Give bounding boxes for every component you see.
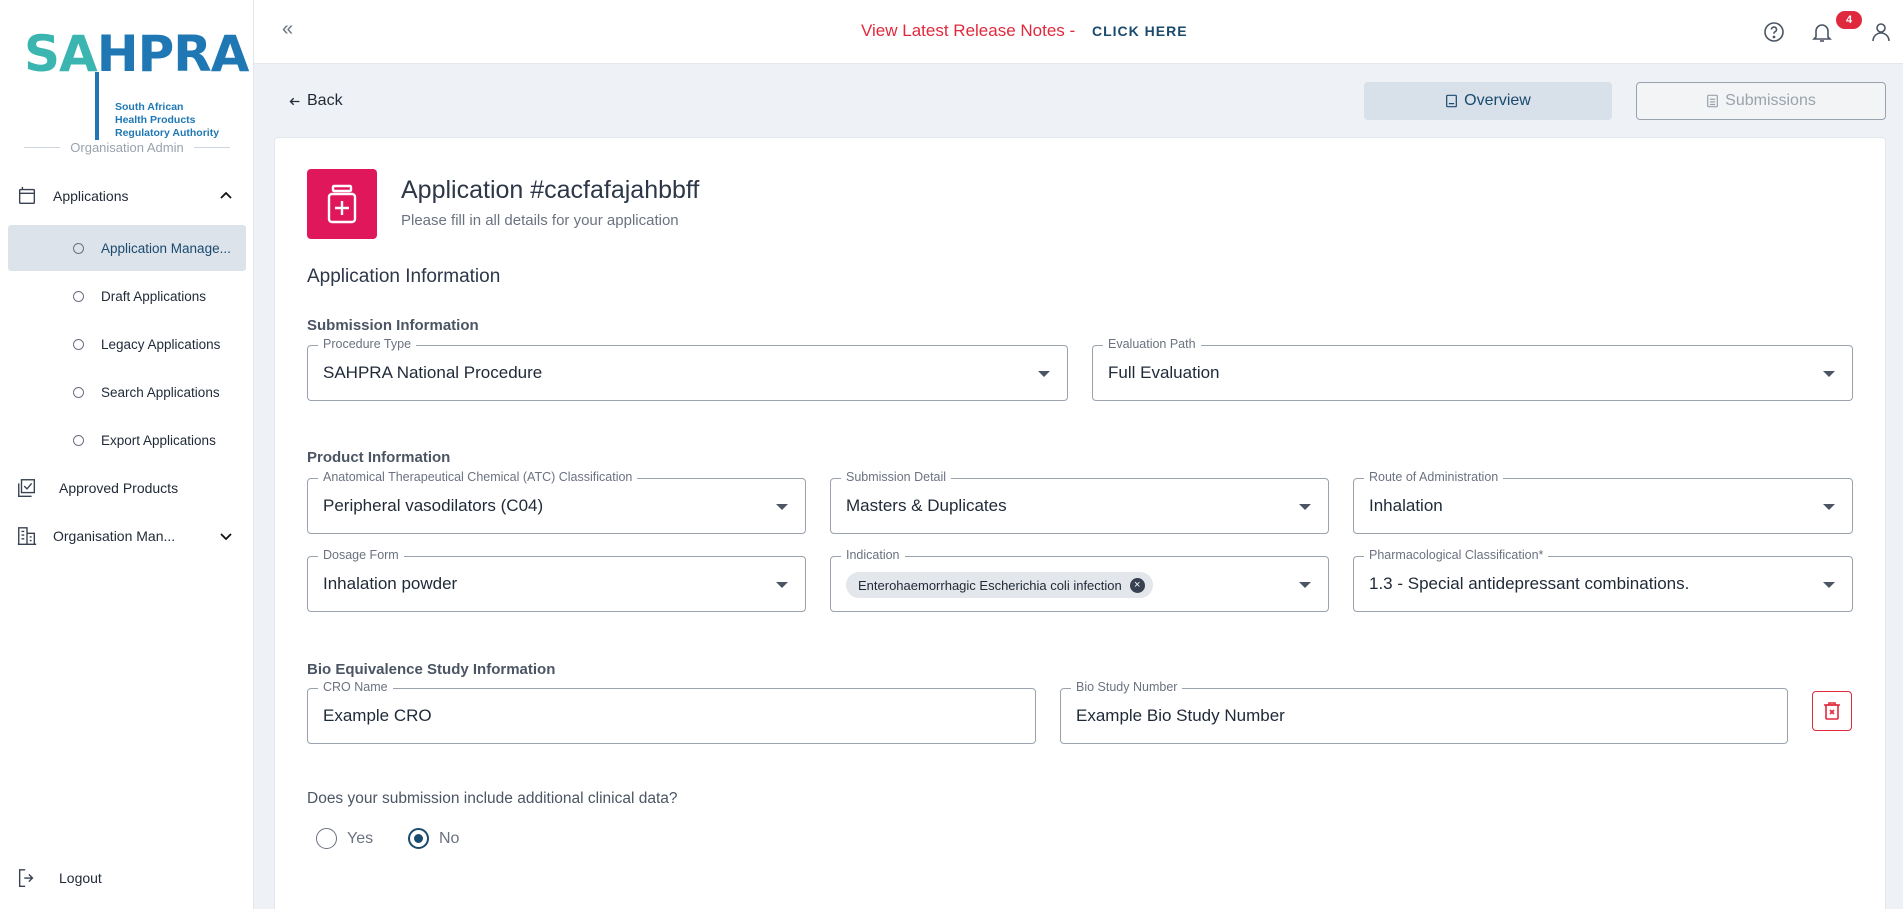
procedure-type-select[interactable]: Procedure Type SAHPRA National Procedure bbox=[307, 337, 1068, 401]
circle-icon bbox=[73, 434, 84, 446]
dosage-form-select[interactable]: Dosage Form Inhalation powder bbox=[307, 548, 806, 612]
circle-icon bbox=[73, 290, 84, 302]
building-icon bbox=[17, 527, 37, 545]
delete-bio-study-button[interactable] bbox=[1812, 691, 1852, 731]
top-bar: « View Latest Release Notes - CLICK HERE… bbox=[254, 0, 1903, 64]
submission-info-title: Submission Information bbox=[307, 317, 479, 334]
logo-sa: SA bbox=[24, 25, 98, 83]
release-notes-text: View Latest Release Notes - bbox=[861, 21, 1076, 40]
indication-chip: Enterohaemorrhagic Escherichia coli infe… bbox=[846, 572, 1153, 598]
sidebar-item-draft-applications[interactable]: Draft Applications bbox=[8, 273, 246, 319]
section-title: Application Information bbox=[307, 266, 501, 287]
pharmacological-classification-select[interactable]: Pharmacological Classification* 1.3 - Sp… bbox=[1353, 548, 1853, 612]
logo-bar bbox=[95, 72, 99, 140]
dropdown-arrow-icon bbox=[1299, 504, 1311, 510]
clinical-yes-radio[interactable]: Yes bbox=[316, 828, 373, 849]
arrow-left-icon bbox=[289, 97, 300, 105]
applications-icon bbox=[18, 186, 36, 205]
dropdown-arrow-icon bbox=[776, 504, 788, 510]
help-icon[interactable] bbox=[1762, 20, 1786, 44]
dropdown-arrow-icon bbox=[1823, 504, 1835, 510]
document-icon bbox=[1446, 94, 1458, 108]
page-title: Application #cacfafajahbbff bbox=[401, 176, 700, 204]
approved-products-icon bbox=[18, 479, 36, 497]
circle-icon bbox=[73, 386, 84, 398]
circle-icon bbox=[73, 242, 84, 254]
radio-checked-icon bbox=[408, 828, 429, 849]
sidebar-item-application-management[interactable]: Application Manage... bbox=[8, 225, 246, 271]
page-subtitle: Please fill in all details for your appl… bbox=[401, 212, 679, 229]
release-notes-link[interactable]: CLICK HERE bbox=[1092, 23, 1188, 39]
dropdown-arrow-icon bbox=[1038, 371, 1050, 377]
collapse-sidebar-button[interactable]: « bbox=[282, 18, 293, 41]
dropdown-arrow-icon bbox=[776, 582, 788, 588]
remove-chip-icon[interactable]: × bbox=[1129, 577, 1145, 593]
notification-count-badge: 4 bbox=[1836, 11, 1862, 29]
evaluation-path-select[interactable]: Evaluation Path Full Evaluation bbox=[1092, 337, 1853, 401]
clinical-no-radio[interactable]: No bbox=[408, 828, 459, 849]
sidebar-item-legacy-applications[interactable]: Legacy Applications bbox=[8, 321, 246, 367]
chevron-down-icon bbox=[220, 533, 232, 541]
sidebar: SAHPRA South African Health Products Reg… bbox=[0, 0, 254, 909]
chevron-up-icon bbox=[220, 191, 232, 199]
document-icon bbox=[1707, 94, 1719, 108]
cro-name-input[interactable]: CRO Name Example CRO bbox=[307, 680, 1036, 744]
indication-select[interactable]: Indication Enterohaemorrhagic Escherichi… bbox=[830, 548, 1329, 612]
tab-submissions[interactable]: Submissions bbox=[1636, 82, 1886, 120]
route-of-administration-select[interactable]: Route of Administration Inhalation bbox=[1353, 470, 1853, 534]
organisation-admin-label: Organisation Admin bbox=[24, 140, 231, 155]
sidebar-item-approved-products[interactable]: Approved Products bbox=[0, 468, 254, 508]
sidebar-item-applications[interactable]: Applications bbox=[0, 176, 254, 216]
sidebar-item-organisation-management[interactable]: Organisation Man... bbox=[0, 516, 254, 556]
dropdown-arrow-icon bbox=[1823, 582, 1835, 588]
bio-study-number-input[interactable]: Bio Study Number Example Bio Study Numbe… bbox=[1060, 680, 1788, 744]
atc-classification-select[interactable]: Anatomical Therapeutical Chemical (ATC) … bbox=[307, 470, 806, 534]
circle-icon bbox=[73, 338, 84, 350]
clinical-data-question: Does your submission include additional … bbox=[307, 790, 678, 807]
trash-icon bbox=[1824, 702, 1840, 720]
submission-detail-select[interactable]: Submission Detail Masters & Duplicates bbox=[830, 470, 1329, 534]
product-info-title: Product Information bbox=[307, 449, 451, 466]
logout-icon bbox=[18, 869, 34, 887]
dropdown-arrow-icon bbox=[1823, 371, 1835, 377]
back-button[interactable]: Back bbox=[288, 92, 343, 110]
sahpra-logo: SAHPRA South African Health Products Reg… bbox=[24, 25, 249, 140]
sidebar-item-logout[interactable]: Logout bbox=[0, 858, 254, 898]
bell-icon[interactable] bbox=[1810, 20, 1834, 44]
user-icon[interactable] bbox=[1869, 20, 1893, 44]
sidebar-item-export-applications[interactable]: Export Applications bbox=[8, 417, 246, 463]
logo-hpra: HPRA bbox=[96, 25, 250, 83]
sidebar-item-search-applications[interactable]: Search Applications bbox=[8, 369, 246, 415]
dropdown-arrow-icon bbox=[1299, 582, 1311, 588]
radio-unchecked-icon bbox=[316, 828, 337, 849]
tab-overview[interactable]: Overview bbox=[1364, 82, 1612, 120]
bio-info-title: Bio Equivalence Study Information bbox=[307, 661, 556, 678]
logo-tagline: South African Health Products Regulatory… bbox=[115, 101, 220, 139]
medicine-bottle-icon bbox=[307, 169, 377, 239]
